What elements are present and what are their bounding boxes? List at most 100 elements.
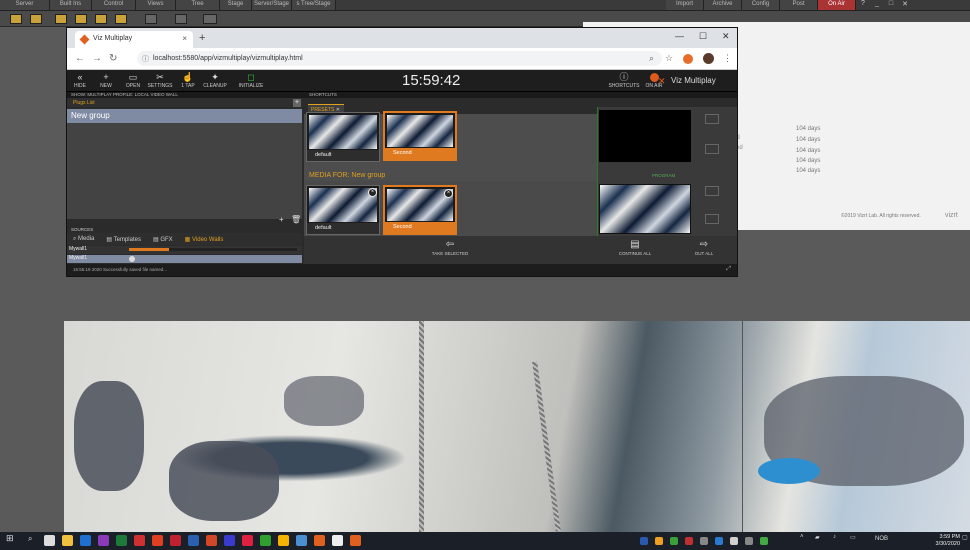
system-clock[interactable]: 3:59 PM 3/30/2020 (916, 534, 960, 548)
reload-icon[interactable]: ↻ (109, 53, 117, 64)
windows-start-icon[interactable]: ⊞ (6, 533, 14, 544)
source-slider-handle[interactable] (129, 256, 135, 262)
group-item-thumbnail[interactable]: × default (306, 185, 380, 235)
out-icon[interactable] (705, 214, 719, 224)
menu-kebab-icon[interactable]: ⋮ (723, 53, 732, 64)
chrome-icon[interactable] (278, 535, 289, 546)
expand-icon[interactable]: ⤢ (726, 266, 731, 273)
powerpoint-icon[interactable] (206, 535, 217, 546)
search-icon[interactable]: ⌕ (649, 53, 654, 64)
menu-control[interactable]: Control (92, 0, 136, 10)
tray-icon[interactable] (670, 537, 678, 545)
group-row[interactable]: New group (67, 109, 302, 123)
tray-icon[interactable] (760, 537, 768, 545)
delete-icon[interactable]: 🗑 (291, 215, 301, 224)
settings-button[interactable]: ✂ SETTINGS (147, 72, 173, 89)
source-row[interactable]: Mywall1 (67, 246, 302, 254)
app-icon[interactable] (332, 535, 343, 546)
close-tab-icon[interactable]: × (182, 34, 187, 43)
close-button[interactable]: ✕ (898, 0, 912, 10)
group-item-thumbnail-selected[interactable]: × Second (383, 185, 457, 235)
notifications-icon[interactable]: ▢ (962, 534, 968, 541)
menu-server-stage[interactable]: Server/Stage (252, 0, 292, 10)
tray-icon[interactable] (640, 537, 648, 545)
minimize-button[interactable]: _ (870, 0, 884, 10)
toolbar-button-5[interactable] (95, 14, 107, 24)
word-icon[interactable] (188, 535, 199, 546)
volume-icon[interactable]: ♪ (833, 534, 836, 540)
edge-icon[interactable] (80, 535, 91, 546)
menu-on-air[interactable]: On Air (818, 0, 856, 10)
info-icon[interactable]: ⓘ (142, 54, 149, 64)
extension-icon[interactable] (683, 54, 693, 64)
back-icon[interactable]: ← (75, 53, 85, 64)
pdf-icon[interactable] (152, 535, 163, 546)
onenote-icon[interactable] (98, 535, 109, 546)
browser-minimize-button[interactable]: — (675, 31, 684, 41)
initialize-button[interactable]: ◻ INITIALIZE (235, 72, 267, 89)
take-in-icon[interactable] (705, 114, 719, 124)
tab-media[interactable]: ⌕ Media (67, 233, 100, 245)
menu-views[interactable]: Views (136, 0, 176, 10)
menu-config[interactable]: Config (742, 0, 780, 10)
menu-tree[interactable]: Tree (176, 0, 220, 10)
source-row[interactable]: Mywall1 (67, 255, 302, 263)
out-all-button[interactable]: ⇨ OUT ALL (684, 239, 724, 256)
toolbar-button-1[interactable] (10, 14, 22, 24)
network-icon[interactable]: ▰ (815, 534, 820, 541)
bookmark-star-icon[interactable]: ☆ (665, 53, 673, 64)
toolbar-button-9[interactable] (203, 14, 217, 24)
task-view-icon[interactable] (44, 535, 55, 546)
battery-icon[interactable]: ▭ (850, 534, 856, 541)
cleanup-button[interactable]: ✦ CLEANUP (202, 72, 228, 89)
menu-import[interactable]: Import (666, 0, 704, 10)
tab-templates[interactable]: ▤ Templates (100, 233, 147, 245)
toolbar-button-2[interactable] (30, 14, 42, 24)
tray-icon[interactable] (745, 537, 753, 545)
menu-server[interactable]: Server (0, 0, 50, 10)
browser-close-button[interactable]: ✕ (722, 31, 730, 42)
forward-icon[interactable]: → (92, 53, 102, 64)
menu-tree-stage[interactable]: s Tree/Stage (292, 0, 336, 10)
teams-icon[interactable] (224, 535, 235, 546)
maximize-button[interactable]: □ (884, 0, 898, 10)
menu-built-ins[interactable]: Built Ins (50, 0, 92, 10)
language-indicator[interactable]: NOB (875, 536, 888, 542)
app-icon[interactable] (296, 535, 307, 546)
help-button[interactable]: ? (856, 0, 870, 10)
app-icon[interactable] (242, 535, 253, 546)
viz-app-icon[interactable] (314, 535, 325, 546)
viz-app-icon[interactable] (350, 535, 361, 546)
one-tap-button[interactable]: ☝ 1 TAP (175, 72, 201, 89)
browser-maximize-button[interactable]: ☐ (699, 31, 707, 42)
shortcuts-button[interactable]: ⓘ SHORTCUTS (608, 72, 640, 89)
menu-post[interactable]: Post (780, 0, 818, 10)
continue-icon[interactable] (705, 186, 719, 196)
add-item-icon[interactable]: + (279, 215, 284, 224)
preset-thumbnail-selected[interactable]: Second (383, 111, 457, 161)
menu-stage[interactable]: Stage (220, 0, 252, 10)
file-explorer-icon[interactable] (62, 535, 73, 546)
tray-icon[interactable] (730, 537, 738, 545)
new-tab-button[interactable]: + (199, 32, 205, 44)
excel-icon[interactable] (116, 535, 127, 546)
tab-video-walls[interactable]: ▦ Video Walls (179, 233, 230, 245)
toolbar-button-7[interactable] (145, 14, 157, 24)
tab-gfx[interactable]: ▤ GFX (147, 233, 179, 245)
toolbar-button-4[interactable] (75, 14, 87, 24)
remove-item-icon[interactable]: × (444, 189, 453, 198)
tray-icon[interactable] (685, 537, 693, 545)
open-button[interactable]: ▭ OPEN (120, 72, 146, 89)
show-hidden-icons-icon[interactable]: ˄ (800, 534, 804, 540)
toolbar-button-8[interactable] (175, 14, 187, 24)
toolbar-button-6[interactable] (115, 14, 127, 24)
profile-avatar[interactable] (703, 53, 714, 64)
app-icon[interactable] (170, 535, 181, 546)
take-out-icon[interactable] (705, 144, 719, 154)
remove-item-icon[interactable]: × (368, 188, 377, 197)
toolbar-button-3[interactable] (55, 14, 67, 24)
new-button[interactable]: + NEW (93, 72, 119, 89)
tray-icon[interactable] (655, 537, 663, 545)
app-icon[interactable] (260, 535, 271, 546)
browser-tab[interactable]: Viz Multiplay × (75, 31, 193, 48)
